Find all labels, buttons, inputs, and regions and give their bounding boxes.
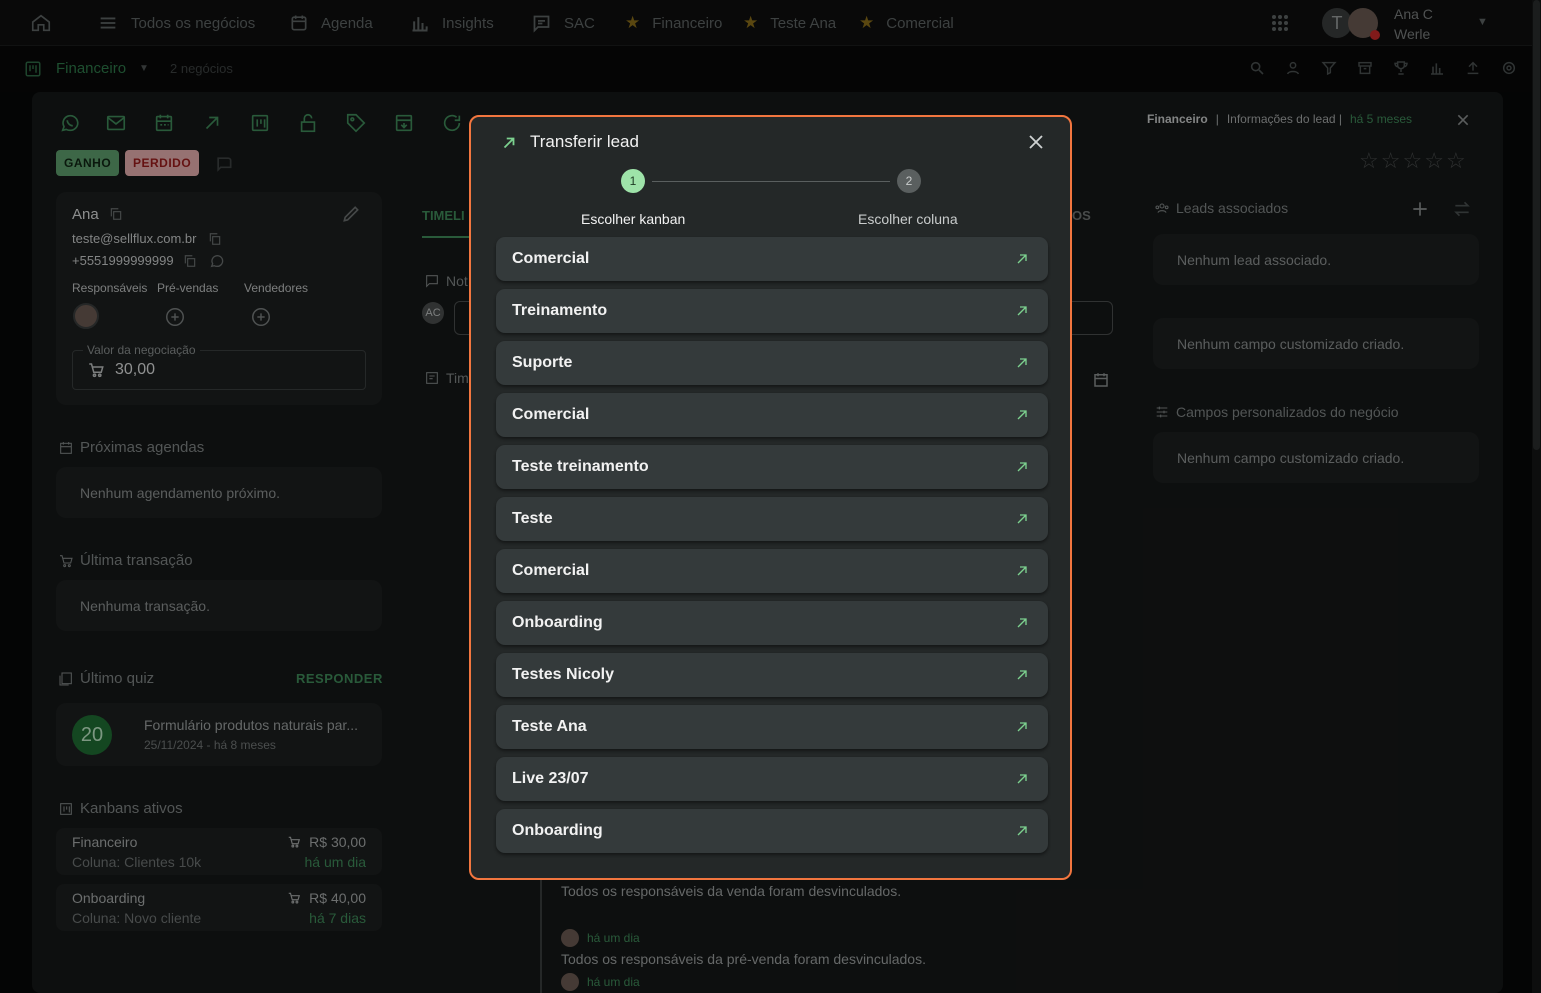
step-2-indicator: 2 [897,169,921,193]
kanban-option[interactable]: Teste [496,497,1048,541]
transfer-arrow-icon[interactable] [1014,615,1030,631]
kanban-option[interactable]: Comercial [496,549,1048,593]
stepper-connector [652,181,890,182]
kanban-option-label: Comercial [512,250,590,267]
kanban-option-label: Comercial [512,562,590,579]
kanban-option-label: Teste treinamento [512,458,649,475]
kanban-option[interactable]: Treinamento [496,289,1048,333]
kanban-option[interactable]: Suporte [496,341,1048,385]
kanban-option-label: Live 23/07 [512,770,589,787]
kanban-option-label: Teste [512,510,553,527]
kanban-option[interactable]: Testes Nicoly [496,653,1048,697]
kanban-option-label: Onboarding [512,614,603,631]
kanban-option-label: Testes Nicoly [512,666,614,683]
kanban-option[interactable]: Onboarding [496,809,1048,853]
kanban-option[interactable]: Teste treinamento [496,445,1048,489]
transfer-arrow-icon[interactable] [1014,771,1030,787]
transfer-arrow-icon [500,134,518,152]
kanban-option-label: Comercial [512,406,590,423]
close-icon[interactable] [1027,133,1045,151]
step-1-label: Escolher kanban [581,211,686,227]
transfer-arrow-icon[interactable] [1014,719,1030,735]
kanban-option[interactable]: Live 23/07 [496,757,1048,801]
kanban-option[interactable]: Teste Ana [496,705,1048,749]
transfer-arrow-icon[interactable] [1014,511,1030,527]
transfer-lead-dialog: Transferir lead 1 2 Escolher kanban Esco… [469,115,1072,880]
dialog-title: Transferir lead [530,132,639,151]
transfer-arrow-icon[interactable] [1014,407,1030,423]
kanban-option-label: Treinamento [512,302,608,319]
transfer-arrow-icon[interactable] [1014,459,1030,475]
kanban-option-label: Teste Ana [512,718,587,735]
kanban-option[interactable]: Onboarding [496,601,1048,645]
transfer-arrow-icon[interactable] [1014,355,1030,371]
kanban-option-label: Onboarding [512,822,603,839]
transfer-arrow-icon[interactable] [1014,303,1030,319]
kanban-option[interactable]: Comercial [496,237,1048,281]
kanban-option[interactable]: Comercial [496,393,1048,437]
kanban-option-label: Suporte [512,354,573,371]
transfer-arrow-icon[interactable] [1014,667,1030,683]
step-2-label: Escolher coluna [858,211,958,227]
transfer-arrow-icon[interactable] [1014,563,1030,579]
transfer-arrow-icon[interactable] [1014,251,1030,267]
transfer-arrow-icon[interactable] [1014,823,1030,839]
step-1-indicator: 1 [621,169,645,193]
